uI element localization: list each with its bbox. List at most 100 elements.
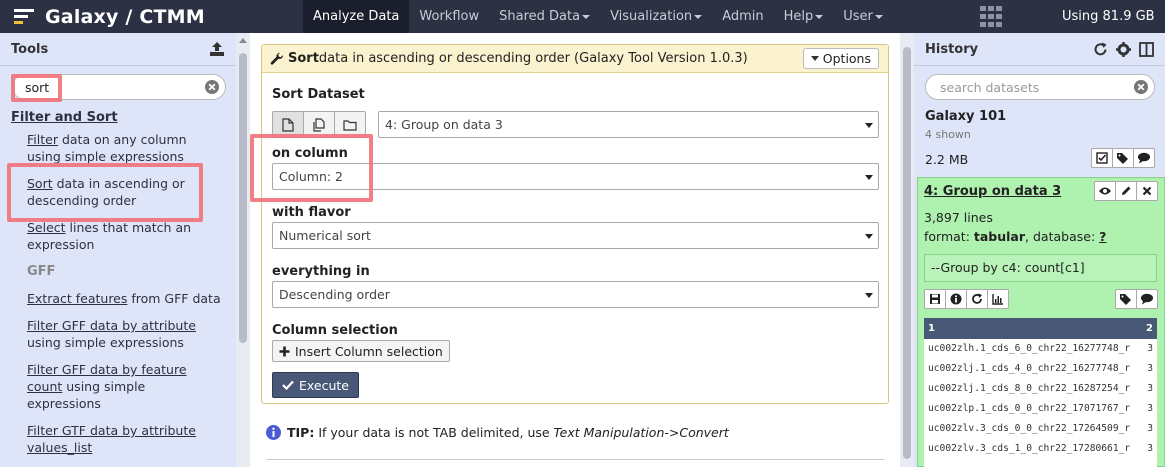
tool-panel: Tools sort Filter and Sort Filter data o… bbox=[0, 33, 236, 467]
form-title-tool: Sort bbox=[288, 51, 319, 66]
center-scrollbar[interactable] bbox=[900, 33, 914, 467]
scrollbar-thumb[interactable] bbox=[903, 47, 911, 459]
history-annotation-button[interactable] bbox=[1133, 148, 1155, 168]
upload-icon[interactable] bbox=[209, 41, 225, 57]
tool-link-text[interactable]: Filter bbox=[27, 132, 58, 147]
order-label: everything in bbox=[272, 264, 370, 279]
refresh-icon bbox=[972, 293, 982, 304]
plus-icon bbox=[279, 346, 290, 356]
edit-dataset-button[interactable] bbox=[1115, 181, 1137, 201]
tool-filter-gtf-attribute[interactable]: Filter GTF data by attribute values_list bbox=[27, 422, 227, 456]
dataset-tags-button[interactable] bbox=[1115, 289, 1137, 309]
tool-extract-features[interactable]: Extract features from GFF data bbox=[27, 290, 227, 307]
gear-icon[interactable] bbox=[1116, 41, 1131, 57]
select-datasets-button[interactable] bbox=[1091, 148, 1113, 168]
dataset-select-value: 4: Group on data 3 bbox=[385, 117, 503, 132]
dataset-format: format: tabular, database: ? bbox=[924, 229, 1106, 244]
section-gff[interactable]: GFF bbox=[27, 264, 55, 279]
wrench-icon bbox=[270, 52, 283, 65]
visualize-button[interactable] bbox=[987, 289, 1009, 309]
refresh-icon[interactable] bbox=[1093, 42, 1108, 57]
section-filter-and-sort[interactable]: Filter and Sort bbox=[11, 110, 118, 125]
tool-link-text[interactable]: values_list bbox=[27, 440, 92, 455]
tool-link-text[interactable]: Filter GFF data by attribute bbox=[27, 318, 196, 333]
tool-link-text[interactable]: Extract features bbox=[27, 291, 127, 306]
nav-analyze-data[interactable]: Analyze Data bbox=[303, 0, 410, 33]
flavor-select[interactable]: Numerical sort bbox=[272, 222, 879, 249]
nav-help[interactable]: Help bbox=[774, 0, 834, 33]
tool-desc: using simple expressions bbox=[27, 335, 184, 350]
database-value-link[interactable]: ? bbox=[1099, 229, 1106, 244]
divider bbox=[266, 459, 884, 460]
tip-message: TIP: If your data is not TAB delimited, … bbox=[266, 425, 729, 440]
grid-icon[interactable] bbox=[980, 6, 1002, 27]
table-row: uc002zlj.1_cds_8_0_chr22_16287254_r 3 bbox=[924, 379, 1157, 399]
nav-label: Visualization bbox=[610, 9, 693, 24]
history-panel: History search datasets Galaxy 101 4 sho… bbox=[914, 33, 1165, 467]
peek-cell: uc002zlh.1_cds_6_0_chr22_16277748_r bbox=[928, 343, 1131, 354]
order-select[interactable]: Descending order bbox=[272, 281, 879, 308]
tool-panel-header: Tools bbox=[0, 33, 236, 66]
tool-panel-scrollbar[interactable] bbox=[236, 33, 250, 467]
history-panel-title: History bbox=[925, 41, 979, 57]
comment-icon bbox=[1138, 152, 1150, 164]
brand[interactable]: Galaxy / CTMM bbox=[12, 0, 205, 33]
highlight-on-column bbox=[250, 134, 373, 202]
quota-usage[interactable]: Using 81.9 GB bbox=[1062, 0, 1155, 33]
nav-label: Workflow bbox=[419, 9, 480, 24]
database-label: , database: bbox=[1025, 229, 1100, 244]
peek-cell: 3 bbox=[1147, 363, 1153, 374]
nav-workflow[interactable]: Workflow bbox=[409, 0, 489, 33]
tool-form: Sort data in ascending or descending ord… bbox=[261, 44, 889, 404]
nav-label: Analyze Data bbox=[313, 9, 400, 24]
tool-filter-gff-attribute[interactable]: Filter GFF data by attribute using simpl… bbox=[27, 317, 227, 351]
dataset-details-button[interactable] bbox=[945, 289, 967, 309]
tip-tool-path: Text Manipulation->Convert bbox=[553, 425, 729, 440]
tool-desc: lines that match an bbox=[65, 220, 192, 235]
nav-shared-data[interactable]: Shared Data bbox=[489, 0, 600, 33]
history-tags-button[interactable] bbox=[1112, 148, 1134, 168]
delete-dataset-button[interactable] bbox=[1136, 181, 1158, 201]
tool-desc: using simple expressions bbox=[27, 149, 184, 164]
tool-link-text[interactable]: Select bbox=[27, 220, 66, 235]
tool-link-text[interactable]: Filter GTF data by attribute bbox=[27, 423, 196, 438]
scroll-up-arrow-icon[interactable] bbox=[239, 38, 247, 43]
rerun-button[interactable] bbox=[966, 289, 988, 309]
tool-desc: from GFF data bbox=[127, 291, 221, 306]
nav-label: Admin bbox=[722, 9, 764, 24]
history-panel-header: History bbox=[914, 33, 1165, 66]
execute-label: Execute bbox=[299, 377, 349, 393]
flavor-label: with flavor bbox=[272, 205, 351, 220]
dataset-annotation-button[interactable] bbox=[1136, 289, 1158, 309]
close-icon bbox=[1142, 186, 1152, 196]
nav-user[interactable]: User bbox=[833, 0, 893, 33]
nav-admin[interactable]: Admin bbox=[712, 0, 773, 33]
history-name[interactable]: Galaxy 101 bbox=[925, 109, 1006, 124]
tool-filter[interactable]: Filter data on any column using simple e… bbox=[27, 131, 227, 165]
execute-button[interactable]: Execute bbox=[272, 372, 359, 398]
scrollbar-thumb[interactable] bbox=[239, 53, 247, 343]
tool-select[interactable]: Select lines that match an expression bbox=[27, 219, 227, 253]
dataset-title[interactable]: 4: Group on data 3 bbox=[924, 184, 1061, 199]
tool-filter-gff-feature-count[interactable]: Filter GFF data by feature count using s… bbox=[27, 361, 227, 412]
columns-icon[interactable] bbox=[1139, 41, 1154, 57]
galaxy-logo-icon bbox=[14, 8, 34, 24]
clear-search-icon[interactable] bbox=[205, 80, 219, 94]
tool-link-text[interactable]: Filter GFF data by feature bbox=[27, 362, 187, 377]
table-row: uc002zlv.3_cds_0_0_chr22_17264509_r 3 bbox=[924, 419, 1157, 439]
dataset-label: Sort Dataset bbox=[272, 87, 365, 102]
view-dataset-button[interactable] bbox=[1094, 181, 1116, 201]
nav-visualization[interactable]: Visualization bbox=[600, 0, 712, 33]
options-button[interactable]: Options bbox=[802, 48, 879, 69]
history-search-input[interactable]: search datasets bbox=[925, 74, 1155, 100]
tool-link-text[interactable]: count bbox=[27, 379, 62, 394]
caret-down-icon bbox=[815, 14, 824, 19]
download-button[interactable] bbox=[924, 289, 946, 309]
insert-column-selection-button[interactable]: Insert Column selection bbox=[272, 340, 450, 362]
highlight-sort-tool bbox=[7, 163, 203, 222]
brand-title: Galaxy / CTMM bbox=[45, 5, 205, 28]
caret-down-icon bbox=[865, 123, 873, 128]
clear-search-icon[interactable] bbox=[1134, 80, 1148, 94]
dataset-select[interactable]: 4: Group on data 3 bbox=[378, 111, 879, 138]
nav-label: User bbox=[843, 9, 873, 24]
